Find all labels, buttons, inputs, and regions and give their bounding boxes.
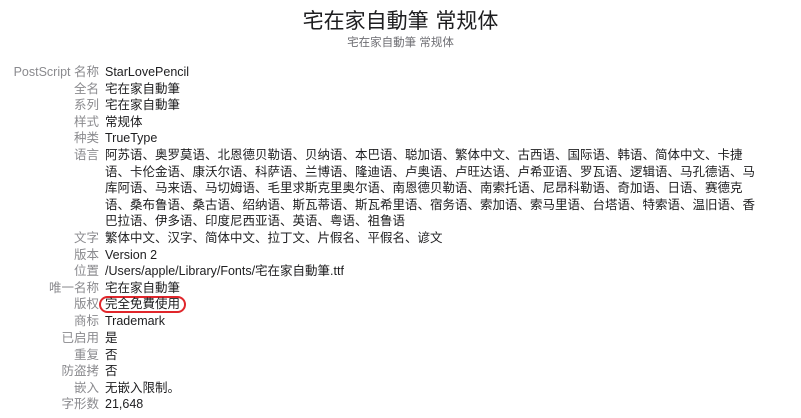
- info-row-scripts: 文字 繁体中文、汉字、简体中文、拉丁文、片假名、平假名、谚文: [0, 230, 801, 247]
- scripts-value: 繁体中文、汉字、简体中文、拉丁文、片假名、平假名、谚文: [105, 230, 443, 245]
- info-row-location: 位置 /Users/apple/Library/Fonts/宅在家自動筆.ttf: [0, 263, 801, 280]
- info-row-trademark: 商标 Trademark: [0, 313, 801, 330]
- info-row-postscript-name: PostScript 名称 StarLovePencil: [0, 64, 801, 81]
- glyph-count-value: 21,648: [105, 397, 144, 412]
- font-info-list: PostScript 名称 StarLovePencil 全名 宅在家自動筆 系…: [0, 64, 801, 413]
- trademark-value: Trademark: [105, 314, 165, 329]
- style-label: 样式: [73, 114, 99, 129]
- style-value: 常规体: [105, 114, 143, 129]
- info-row-enabled: 已启用 是: [0, 330, 801, 347]
- info-row-kind: 种类 TrueType: [0, 130, 801, 147]
- copyright-value-wrapper: 完全免費使用: [99, 296, 755, 314]
- info-row-version: 版本 Version 2: [0, 247, 801, 264]
- location-value[interactable]: /Users/apple/Library/Fonts/宅在家自動筆.ttf: [105, 263, 755, 280]
- glyph-count-label: 字形数: [61, 397, 99, 412]
- info-row-style: 样式 常规体: [0, 114, 801, 131]
- font-title: 宅在家自動筆 常规体: [302, 9, 499, 33]
- postscript-name-value: StarLovePencil: [105, 65, 190, 79]
- family-label: 系列: [73, 98, 99, 113]
- languages-value: 阿苏语、奥罗莫语、北恩德贝勒语、贝纳语、本巴语、聪加语、繁体中文、古西语、国际语…: [105, 147, 756, 229]
- info-row-languages: 语言 阿苏语、奥罗莫语、北恩德贝勒语、贝纳语、本巴语、聪加语、繁体中文、古西语、…: [0, 147, 801, 230]
- enabled-value: 是: [105, 330, 118, 345]
- languages-label: 语言: [73, 147, 99, 162]
- copyright-highlight-ring: 完全免費使用: [99, 296, 187, 314]
- copy-protected-label: 防盗拷: [61, 364, 99, 379]
- scripts-label: 文字: [73, 230, 99, 245]
- info-row-copyright: 版权 完全免費使用: [0, 296, 801, 314]
- kind-value: TrueType: [105, 131, 158, 146]
- kind-label: 种类: [73, 131, 99, 146]
- copyright-value: 完全免費使用: [105, 297, 181, 312]
- font-header: 宅在家自動筆 常规体 宅在家自動筆 常规体: [0, 8, 801, 51]
- info-row-unique-name: 唯一名称 宅在家自動筆: [0, 280, 801, 297]
- trademark-label: 商标: [73, 314, 99, 329]
- full-name-value: 宅在家自動筆: [105, 81, 181, 96]
- full-name-label: 全名: [73, 81, 99, 96]
- info-row-embedding: 嵌入 无嵌入限制。: [0, 380, 801, 397]
- info-row-family: 系列 宅在家自動筆: [0, 97, 801, 114]
- info-row-glyph-count: 字形数 21,648: [0, 396, 801, 413]
- family-value: 宅在家自動筆: [105, 98, 181, 113]
- enabled-label: 已启用: [61, 330, 99, 345]
- version-value: Version 2: [105, 247, 158, 262]
- info-row-copy-protected: 防盗拷 否: [0, 363, 801, 380]
- copy-protected-value: 否: [105, 364, 118, 379]
- postscript-name-label: PostScript 名称: [13, 65, 99, 79]
- unique-name-label: 唯一名称: [48, 280, 99, 295]
- info-row-duplicate: 重复 否: [0, 347, 801, 364]
- location-label: 位置: [73, 264, 99, 279]
- embedding-value: 无嵌入限制。: [105, 380, 181, 395]
- duplicate-label: 重复: [73, 347, 99, 362]
- duplicate-value: 否: [105, 347, 118, 362]
- version-label: 版本: [73, 247, 99, 262]
- font-subtitle: 宅在家自動筆 常规体: [347, 37, 454, 49]
- unique-name-value: 宅在家自動筆: [105, 280, 181, 295]
- embedding-label: 嵌入: [73, 380, 99, 395]
- info-row-full-name: 全名 宅在家自動筆: [0, 81, 801, 98]
- copyright-label: 版权: [73, 297, 99, 312]
